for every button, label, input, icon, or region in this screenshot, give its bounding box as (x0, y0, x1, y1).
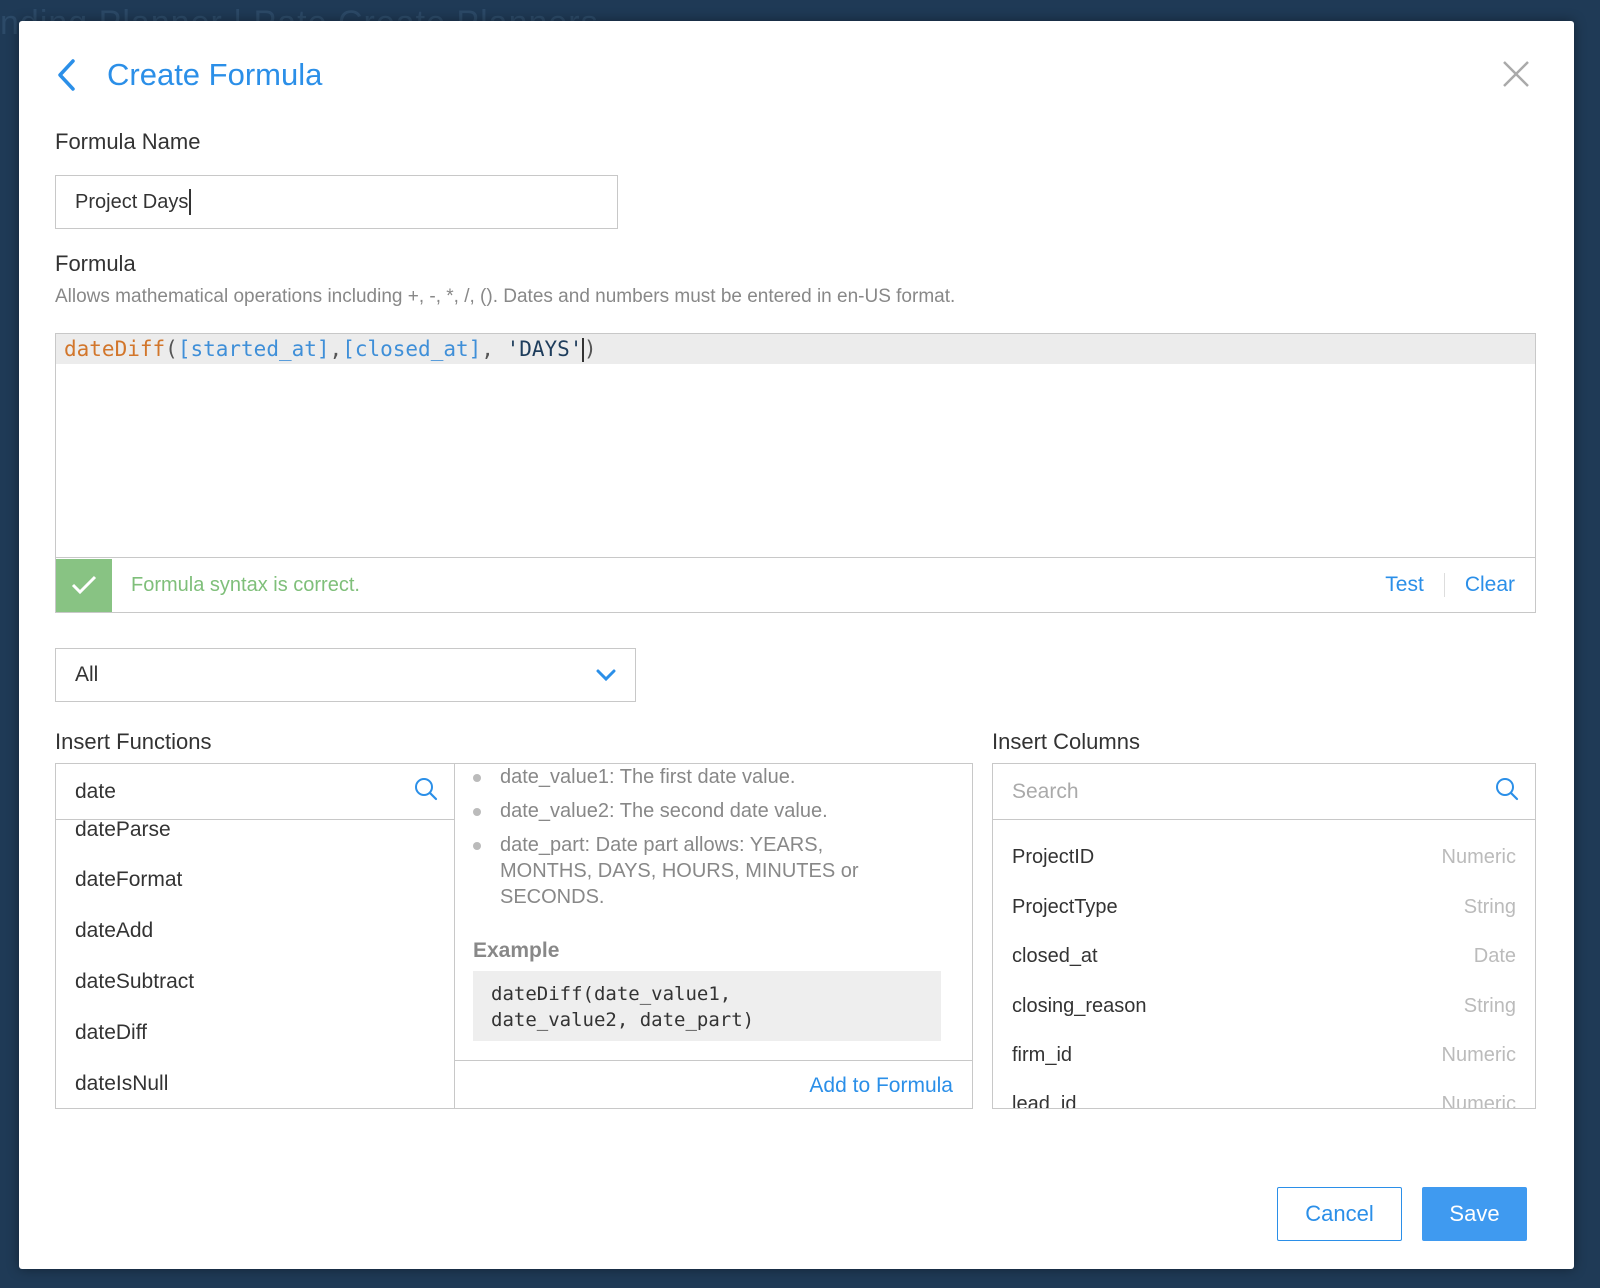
formula-token-comma: , (481, 337, 507, 361)
example-code: dateDiff(date_value1, date_value2, date_… (473, 971, 941, 1041)
function-detail-footer: Add to Formula (455, 1060, 972, 1108)
formula-token-column: [started_at] (177, 337, 330, 361)
formula-token-function: dateDiff (64, 337, 166, 361)
function-detail-panel: date_value1: The first date value. date_… (455, 763, 973, 1109)
example-label: Example (473, 939, 560, 962)
column-item[interactable]: closed_at Date (1012, 945, 1516, 968)
chevron-left-icon[interactable] (55, 55, 95, 95)
modal-title: Create Formula (107, 57, 323, 92)
columns-panel: Search ProjectID Numeric ProjectType Strin… (992, 763, 1536, 1109)
param-item: date_value1: The first date value. (473, 764, 943, 790)
formula-token-column: [closed_at] (342, 337, 482, 361)
column-item[interactable]: ProjectID Numeric (1012, 846, 1516, 869)
modal-header: Create Formula (55, 55, 322, 95)
bullet-dot (473, 774, 481, 782)
formula-token-string: 'DAYS' (506, 337, 583, 361)
formula-description: Allows mathematical operations including… (55, 286, 956, 307)
function-item[interactable]: dateParse (75, 820, 171, 842)
save-button[interactable]: Save (1422, 1187, 1527, 1241)
formula-status-message: Formula syntax is correct. (131, 573, 360, 596)
formula-name-input[interactable]: Project Days (55, 175, 618, 229)
chevron-down-icon (596, 663, 616, 687)
param-item: date_part: Date part allows: YEARS, MONT… (473, 832, 903, 910)
functions-search-input[interactable]: date (56, 764, 454, 820)
formula-token-comma: , (329, 337, 343, 361)
param-item: date_value2: The second date value. (473, 798, 943, 824)
search-icon[interactable] (1495, 777, 1519, 806)
function-category-select[interactable]: All (55, 648, 636, 702)
create-formula-modal: Create Formula Formula Name Project Days… (19, 21, 1574, 1269)
column-item[interactable]: closing_reason String (1012, 995, 1516, 1018)
formula-token-open-paren: ( (165, 337, 178, 361)
formula-code-line: dateDiff([started_at],[closed_at], 'DAYS… (56, 334, 1535, 364)
function-detail-body[interactable]: date_value1: The first date value. date_… (455, 764, 972, 1060)
add-to-formula-button[interactable]: Add to Formula (809, 1074, 953, 1098)
text-caret (189, 189, 191, 215)
functions-search-value: date (75, 779, 116, 803)
check-icon (56, 558, 112, 612)
formula-name-label: Formula Name (55, 129, 201, 154)
insert-columns-label: Insert Columns (992, 729, 1140, 754)
select-value: All (75, 663, 99, 686)
insert-functions-label: Insert Functions (55, 729, 212, 754)
clear-button[interactable]: Clear (1445, 573, 1535, 597)
bullet-dot (473, 808, 481, 816)
search-icon[interactable] (414, 777, 438, 806)
formula-name-value: Project Days (75, 190, 189, 213)
bullet-dot (473, 842, 481, 850)
formula-token-close-paren: ) (583, 337, 597, 361)
columns-search-placeholder: Search (1012, 779, 1079, 803)
function-item[interactable]: dateFormat (75, 868, 182, 892)
column-item[interactable]: ProjectType String (1012, 896, 1516, 919)
function-item[interactable]: dateSubtract (75, 970, 194, 994)
column-item[interactable]: firm_id Numeric (1012, 1044, 1516, 1067)
close-icon[interactable] (1500, 58, 1532, 90)
cancel-button[interactable]: Cancel (1277, 1187, 1402, 1241)
formula-editor[interactable]: dateDiff([started_at],[closed_at], 'DAYS… (55, 333, 1536, 558)
formula-label: Formula (55, 251, 136, 276)
formula-status-bar: Formula syntax is correct. Test Clear (55, 558, 1536, 613)
columns-list: ProjectID Numeric ProjectType String close… (993, 820, 1535, 1108)
function-item[interactable]: dateAdd (75, 919, 153, 943)
function-item[interactable]: dateDiff (75, 1021, 147, 1045)
test-button[interactable]: Test (1365, 573, 1444, 597)
functions-panel: date dateParse dateFormat dateAdd dateSu… (55, 763, 455, 1109)
column-item[interactable]: lead_id Numeric (1012, 1093, 1516, 1108)
functions-list: dateParse dateFormat dateAdd dateSubtrac… (56, 820, 454, 1108)
columns-search-input[interactable]: Search (993, 764, 1535, 820)
function-item[interactable]: dateIsNull (75, 1072, 168, 1096)
